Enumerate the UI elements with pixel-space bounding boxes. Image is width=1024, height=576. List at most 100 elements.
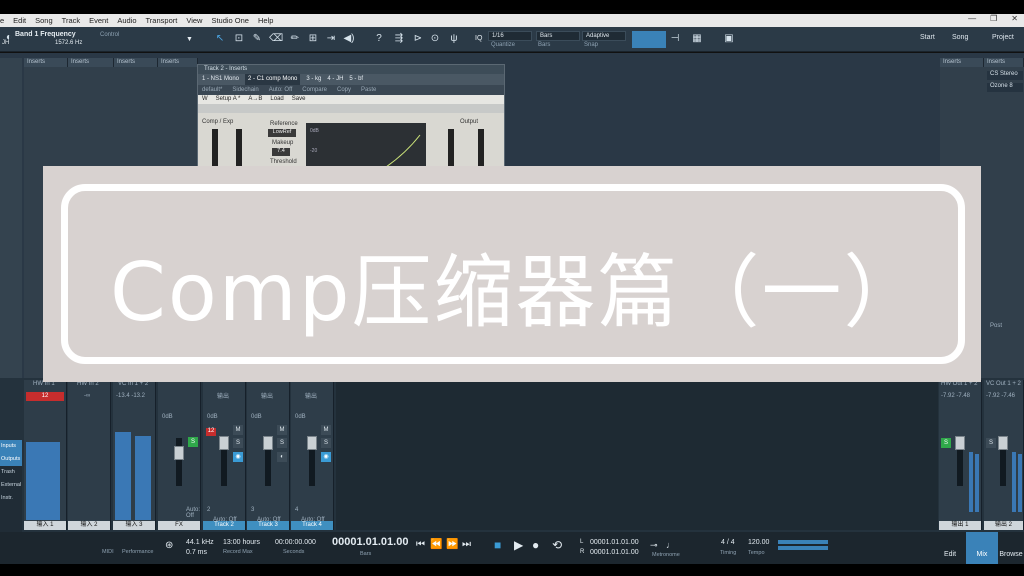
plugin-tab-3[interactable]: 3 - kg [306,74,321,85]
tuning-fork-icon[interactable]: ψ [447,33,461,44]
channel-t3-mute[interactable]: M [277,425,287,435]
channel-t2-fader-cap[interactable] [219,436,229,450]
load-button[interactable]: Load [270,95,283,104]
channel-2-name[interactable]: 输入 2 [68,521,110,530]
minimize-button[interactable]: — [968,14,976,23]
setup-dropdown[interactable]: Setup A * [216,95,241,104]
inserts-header-1[interactable]: Inserts [24,58,68,67]
channel-fx-fader-cap[interactable] [174,446,184,460]
loop-icon[interactable]: ⟲ [552,538,562,552]
fast-forward-icon[interactable]: ⏩ [446,539,458,550]
snap-icon[interactable]: ⊳ [411,33,425,44]
seconds-display[interactable]: 00:00:00.000 [275,539,316,546]
channel-t3-fader-cap[interactable] [263,436,273,450]
channel-fx-solo[interactable]: S [188,437,198,447]
plugin-tab-5[interactable]: 5 - bf [349,74,363,85]
start-button[interactable]: Start [914,32,941,47]
plugin-tab-4[interactable]: 4 - JH [327,74,343,85]
stop-icon[interactable]: ■ [494,538,501,552]
menu-item-song[interactable]: Song [35,16,53,25]
browse-view-button[interactable]: Browse [998,532,1024,564]
menu-item-audio[interactable]: Audio [117,16,136,25]
output-fader[interactable] [448,129,454,169]
mix-view-button[interactable]: Mix [966,532,998,564]
channel-t2-monitor[interactable]: ◉ [233,452,243,462]
range-tool-icon[interactable]: ⊡ [232,33,246,44]
record-icon[interactable]: ● [532,538,539,552]
inserts-header-right-1[interactable]: Inserts [940,58,984,67]
sidebar-item-external[interactable]: External [0,479,22,492]
menu-item-event[interactable]: Event [89,16,108,25]
insert-ozone-8[interactable]: Ozone 8 [987,83,1023,92]
plugin-tab-2[interactable]: 2 - C1 comp Mono [245,74,301,85]
menu-item-track[interactable]: Track [62,16,80,25]
preset-dropdown[interactable]: default* [202,85,222,95]
grid-icon[interactable]: ▦ [690,33,704,44]
channel-fx-auto[interactable]: Auto: Off [186,507,200,519]
timebase-dropdown[interactable]: Bars [536,31,580,41]
song-button[interactable]: Song [946,32,974,47]
menu-item-transport[interactable]: Transport [146,16,178,25]
channel-t2-name[interactable]: Track 2 [203,521,245,530]
channel-t4-solo[interactable]: S [321,438,331,448]
return-to-zero-icon[interactable]: ⏮ [416,539,425,550]
range-icon[interactable]: ⊣ [668,33,682,44]
channel-1-name[interactable]: 输入 1 [24,521,66,530]
ab-button[interactable]: A→B [248,95,262,104]
inserts-header-2[interactable]: Inserts [68,58,114,67]
loop-start[interactable]: 00001.01.01.00 [590,539,639,546]
snap-dropdown[interactable]: Adaptive [582,31,626,41]
menu-item-help[interactable]: Help [258,16,273,25]
channel-out2-solo[interactable]: S [986,438,996,448]
play-icon[interactable]: ▶ [514,538,523,552]
channel-t4-mute[interactable]: M [321,425,331,435]
eraser-tool-icon[interactable]: ⌫ [269,33,283,44]
close-button[interactable]: ✕ [1011,14,1018,23]
channel-t2-solo[interactable]: S [233,438,243,448]
channel-fx-name[interactable]: FX [158,521,200,530]
sidebar-item-inputs[interactable]: Inputs [0,440,22,453]
auto-off-label[interactable]: Auto: Off [269,85,293,95]
menu-item-view[interactable]: View [186,16,202,25]
inserts-header-4[interactable]: Inserts [158,58,198,67]
channel-out1-fader-cap[interactable] [955,436,965,450]
save-preset-button[interactable]: Save [292,95,306,104]
rewind-icon[interactable]: ⏪ [430,539,442,550]
loop-end[interactable]: 00001.01.01.00 [590,549,639,556]
insert-cs-stereo[interactable]: CS Stereo [987,71,1023,80]
bars-display[interactable]: 00001.01.01.00 [332,536,408,548]
edit-view-button[interactable]: Edit [934,532,966,564]
arrow-tool-icon[interactable]: ↖ [213,33,227,44]
control-dropdown-icon[interactable]: ▼ [186,36,193,43]
time-signature[interactable]: 4 / 4 [721,539,735,546]
channel-t3-solo[interactable]: S [277,438,287,448]
snap-toggle[interactable] [632,31,666,48]
comp-fader-right[interactable] [236,129,242,169]
channel-3-name[interactable]: 输入 3 [113,521,155,530]
plugin-tab-1[interactable]: 1 - NS1 Mono [202,74,239,85]
channel-out2-fader-cap[interactable] [998,436,1008,450]
copy-button[interactable]: Copy [337,85,351,95]
window-icon[interactable]: ▣ [722,33,736,44]
reference-dropdown[interactable]: LowRef [268,129,296,137]
channel-t4-name[interactable]: Track 4 [291,521,333,530]
sidebar-item-instr[interactable]: Instr. [0,492,22,505]
paint-tool-icon[interactable]: ✏ [288,33,302,44]
bend-tool-icon[interactable]: ⇥ [324,33,338,44]
split-tool-icon[interactable]: ✎ [250,33,264,44]
project-button[interactable]: Project [986,32,1020,47]
menu-item-file[interactable]: e [0,16,4,25]
mute-tool-icon[interactable]: ⊞ [306,33,320,44]
inserts-header-3[interactable]: Inserts [114,58,158,67]
param-value[interactable]: 1572.6 Hz [55,40,82,46]
end-icon[interactable]: ⏭ [462,539,471,550]
channel-t2-mute[interactable]: M [233,425,243,435]
precount-icon[interactable]: ⊸ [650,540,658,551]
makeup-value[interactable]: 7.4 [272,148,290,156]
metronome-icon[interactable]: ♩ [666,540,675,550]
comp-fader-left[interactable] [212,129,218,169]
zoom-icon[interactable]: ⊙ [428,33,442,44]
help-icon[interactable]: ? [372,33,386,44]
channel-out1-solo[interactable]: S [941,438,951,448]
channel-out1-name[interactable]: 输出 1 [939,521,981,530]
